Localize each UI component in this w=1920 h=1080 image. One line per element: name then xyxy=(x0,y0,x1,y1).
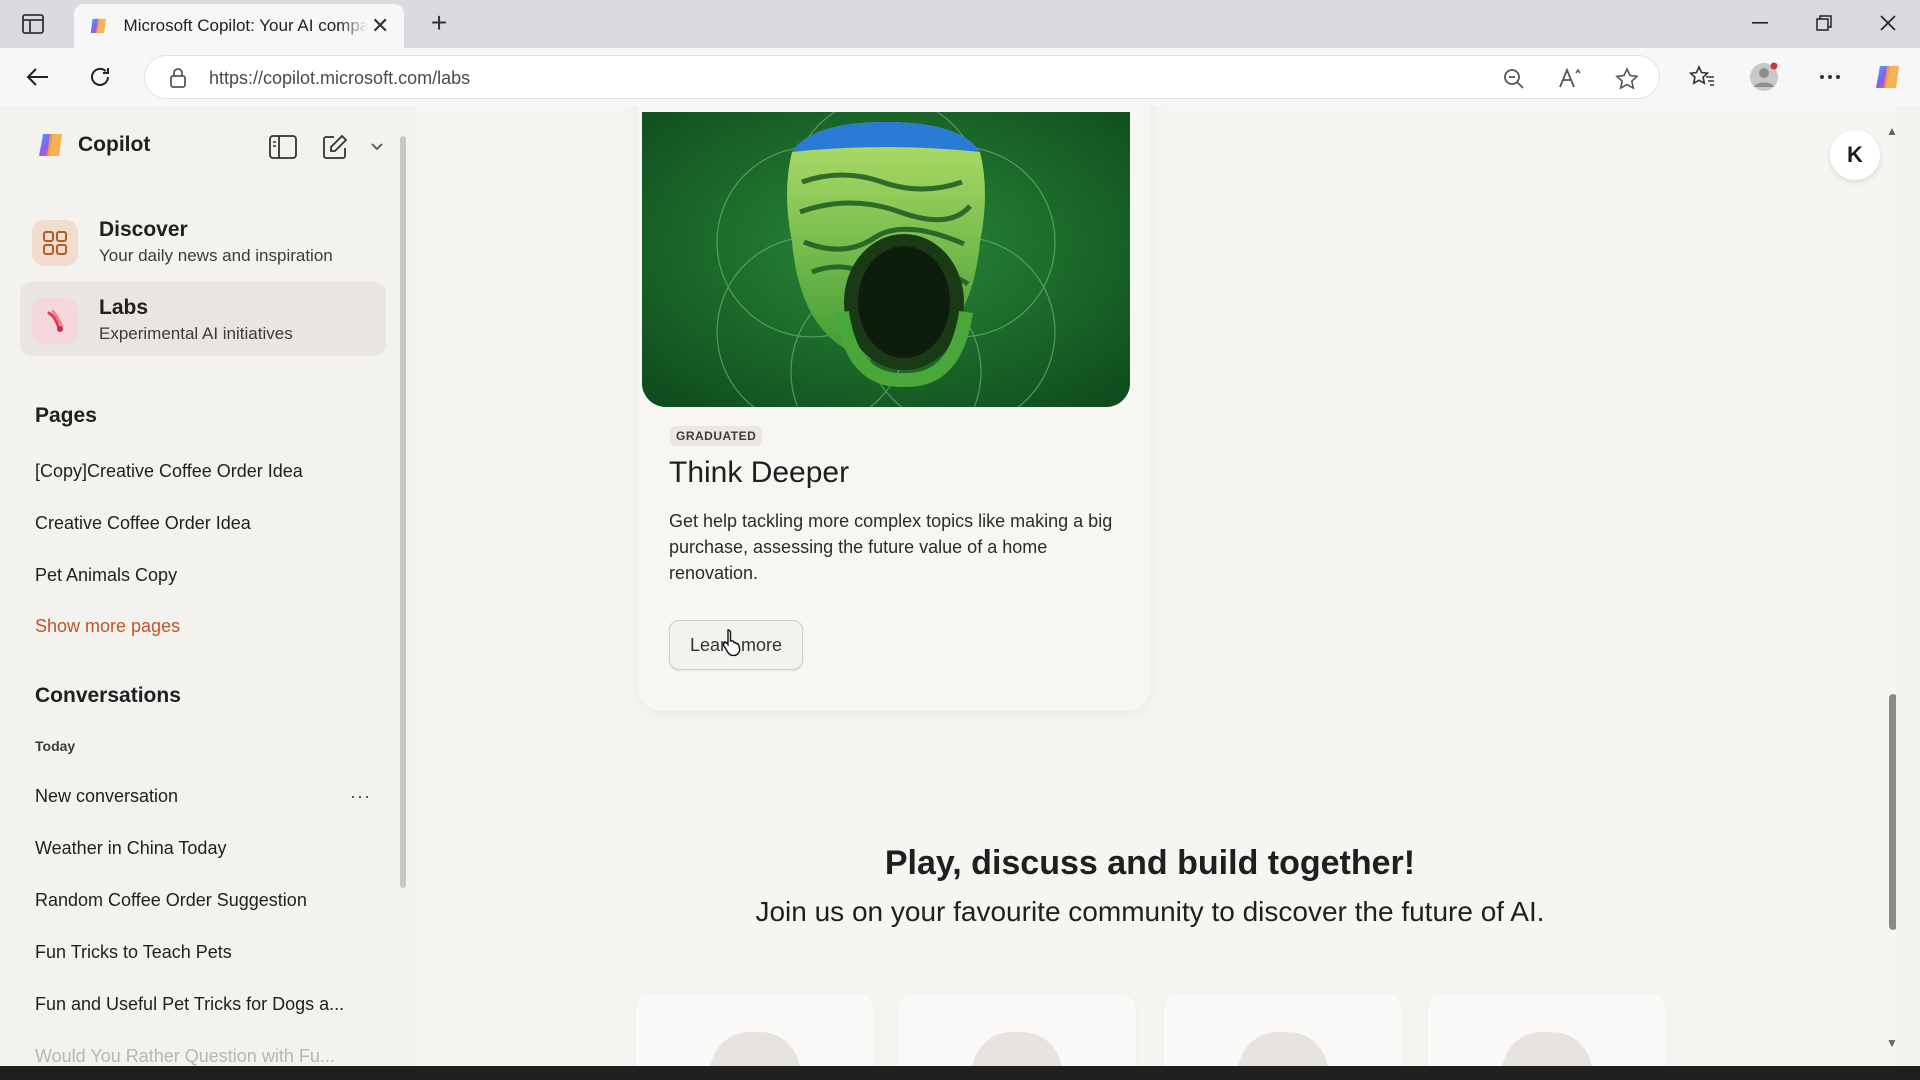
browser-tab[interactable]: Microsoft Copilot: Your AI companion ✕ xyxy=(74,4,404,48)
url-text[interactable]: https://copilot.microsoft.com/labs xyxy=(209,68,470,89)
toggle-sidebar-icon[interactable] xyxy=(268,132,298,162)
community-logo-icon xyxy=(710,1032,800,1066)
conversation-item[interactable]: Random Coffee Order Suggestion xyxy=(35,890,307,911)
scroll-down-icon[interactable]: ▼ xyxy=(1886,1036,1896,1050)
copilot-logo-icon xyxy=(39,134,62,156)
conversations-heading: Conversations xyxy=(35,684,181,707)
community-subtitle: Join us on your favourite community to d… xyxy=(755,896,1545,927)
community-logo-icon xyxy=(972,1032,1062,1066)
card-title: Think Deeper xyxy=(669,456,850,489)
labs-main: GRADUATED Think Deeper Get help tackling… xyxy=(416,106,1896,1066)
graduated-badge: GRADUATED xyxy=(670,426,763,446)
community-card[interactable] xyxy=(1428,994,1666,1066)
favorite-star-icon[interactable] xyxy=(1614,66,1640,92)
sidebar-item-labs[interactable]: Labs Experimental AI initiatives xyxy=(20,282,386,356)
bottom-edge xyxy=(0,1066,1920,1080)
copilot-brand[interactable]: Copilot xyxy=(36,130,150,160)
pages-heading: Pages xyxy=(35,404,97,427)
sidebar-scrollbar[interactable] xyxy=(400,136,406,888)
restore-icon[interactable] xyxy=(1804,8,1844,38)
close-window-icon[interactable] xyxy=(1868,8,1908,38)
copilot-browser-icon[interactable] xyxy=(1872,61,1904,93)
sidebar-item-discover[interactable]: Discover Your daily news and inspiration xyxy=(20,204,386,278)
profile-icon[interactable] xyxy=(1748,61,1780,93)
chevron-down-icon[interactable] xyxy=(362,132,392,162)
hand-cursor-icon xyxy=(722,629,741,657)
conversation-item[interactable]: Fun and Useful Pet Tricks for Dogs a... xyxy=(35,994,344,1015)
community-card[interactable] xyxy=(636,994,874,1066)
tab-close-icon[interactable]: ✕ xyxy=(368,14,392,38)
minimize-icon[interactable] xyxy=(1740,8,1780,38)
conversation-item[interactable]: Weather in China Today xyxy=(35,838,226,859)
conversation-item[interactable]: Fun Tricks to Teach Pets xyxy=(35,942,232,963)
conversation-more-icon[interactable]: ··· xyxy=(350,786,371,807)
page-item[interactable]: Creative Coffee Order Idea xyxy=(35,513,251,534)
discover-subtitle: Your daily news and inspiration xyxy=(99,246,333,265)
community-logo-icon xyxy=(1502,1032,1592,1066)
labs-flask-icon xyxy=(32,298,78,344)
lock-icon[interactable] xyxy=(169,67,187,89)
today-label: Today xyxy=(35,738,76,754)
address-bar[interactable]: https://copilot.microsoft.com/labs xyxy=(144,55,1660,99)
labs-subtitle: Experimental AI initiatives xyxy=(99,324,293,343)
brand-name: Copilot xyxy=(78,133,151,156)
browser-toolbar: https://copilot.microsoft.com/labs xyxy=(0,48,1920,106)
read-aloud-icon[interactable] xyxy=(1557,66,1583,92)
tab-title: Microsoft Copilot: Your AI companion xyxy=(123,16,369,35)
page-item[interactable]: Pet Animals Copy xyxy=(35,565,177,586)
user-avatar[interactable]: K xyxy=(1830,130,1880,180)
discover-grid-icon xyxy=(32,220,78,266)
new-tab-button[interactable]: + xyxy=(424,9,454,38)
card-description: Get help tackling more complex topics li… xyxy=(669,511,1113,583)
refresh-icon[interactable] xyxy=(84,61,116,93)
back-arrow-icon[interactable] xyxy=(22,61,54,93)
labs-title: Labs xyxy=(99,296,149,319)
zoom-out-icon[interactable] xyxy=(1501,66,1527,92)
think-deeper-hero-image xyxy=(642,112,1130,407)
show-more-pages-link[interactable]: Show more pages xyxy=(35,616,180,637)
conversation-item[interactable]: Would You Rather Question with Fu... xyxy=(35,1046,335,1066)
more-options-icon[interactable] xyxy=(1814,61,1846,93)
tab-strip: Microsoft Copilot: Your AI companion ✕ + xyxy=(0,0,1920,48)
sidebar: Copilot Discover Your daily news and ins… xyxy=(0,106,410,1066)
page-item[interactable]: [Copy]Creative Coffee Order Idea xyxy=(35,461,303,482)
main-scrollbar-thumb[interactable] xyxy=(1889,694,1896,930)
community-logo-icon xyxy=(1238,1032,1328,1066)
favorites-icon[interactable] xyxy=(1686,61,1718,93)
community-title: Play, discuss and build together! xyxy=(884,844,1416,882)
conversation-item[interactable]: New conversation xyxy=(35,786,178,807)
community-card[interactable] xyxy=(898,994,1136,1066)
community-card[interactable] xyxy=(1164,994,1402,1066)
copilot-favicon-icon xyxy=(90,18,106,34)
discover-title: Discover xyxy=(99,218,188,241)
new-chat-icon[interactable] xyxy=(320,132,350,162)
tab-actions-icon[interactable] xyxy=(18,12,48,36)
scroll-up-icon[interactable]: ▲ xyxy=(1886,124,1896,138)
